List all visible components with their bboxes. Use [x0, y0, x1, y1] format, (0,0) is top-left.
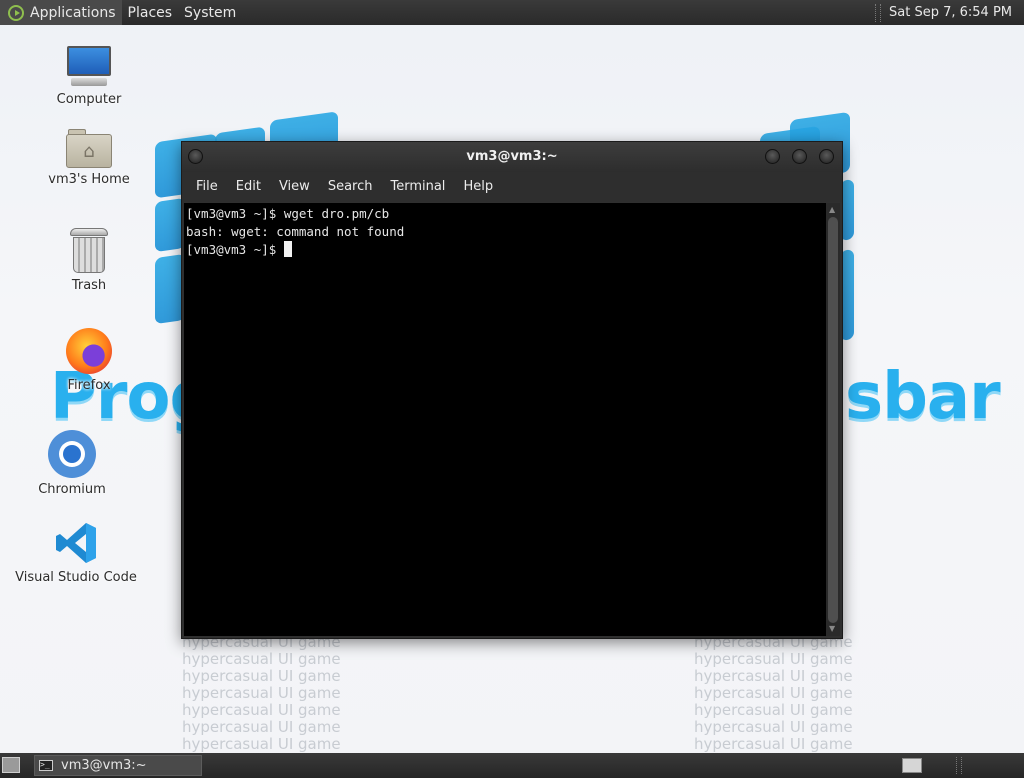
system-menu[interactable]: System: [178, 0, 242, 25]
desktop-icon-label: vm3's Home: [48, 172, 130, 187]
text-cursor: [283, 241, 292, 257]
desktop-icon-label: Trash: [71, 278, 107, 293]
terminal-prompt-line: [vm3@vm3 ~]$: [186, 241, 824, 259]
scrollbar[interactable]: ▲ ▼: [826, 203, 840, 636]
chromium-icon: [48, 430, 96, 478]
trash-icon: [70, 228, 108, 274]
applications-menu-label: Applications: [30, 4, 116, 21]
taskbar-item-terminal[interactable]: >_ vm3@vm3:~: [34, 755, 202, 776]
system-menu-label: System: [184, 4, 237, 21]
menu-help[interactable]: Help: [454, 172, 502, 202]
show-desktop-button[interactable]: [2, 757, 20, 773]
minimize-button[interactable]: [765, 149, 780, 164]
firefox-icon: [66, 328, 112, 374]
scroll-up-arrow-icon[interactable]: ▲: [829, 206, 837, 214]
desktop-icon-computer[interactable]: Computer: [29, 46, 149, 107]
taskbar-item-label: vm3@vm3:~: [61, 758, 147, 773]
terminal-line: bash: wget: command not found: [186, 224, 405, 239]
home-folder-icon: ⌂: [66, 128, 112, 168]
computer-icon: [65, 46, 113, 88]
maximize-button[interactable]: [792, 149, 807, 164]
bottom-panel: >_ vm3@vm3:~: [0, 753, 1024, 778]
desktop-icon-label: Computer: [56, 92, 122, 107]
desktop-icon-trash[interactable]: Trash: [29, 228, 149, 293]
watermark-left: hypercasual UI game hypercasual UI game hy…: [182, 633, 341, 753]
terminal-prompt: [vm3@vm3 ~]$: [186, 242, 284, 257]
scroll-down-arrow-icon[interactable]: ▼: [829, 625, 837, 633]
menu-edit[interactable]: Edit: [227, 172, 270, 202]
panel-separator: [875, 3, 881, 22]
menu-view[interactable]: View: [270, 172, 319, 202]
close-button[interactable]: [819, 149, 834, 164]
workspace-switcher[interactable]: [902, 758, 922, 773]
vscode-icon: [53, 520, 99, 566]
wallpaper-word-right: sbar: [845, 360, 1001, 434]
window-title: vm3@vm3:~: [466, 149, 558, 164]
desktop-icon-label: Firefox: [67, 378, 111, 393]
places-menu[interactable]: Places: [122, 0, 179, 25]
applications-icon: [8, 4, 24, 21]
terminal-menubar: File Edit View Search Terminal Help: [182, 172, 842, 202]
applications-menu[interactable]: Applications: [0, 0, 122, 25]
menu-terminal[interactable]: Terminal: [381, 172, 454, 202]
terminal-line: [vm3@vm3 ~]$ wget dro.pm/cb: [186, 206, 390, 221]
desktop-icon-label: Chromium: [38, 482, 106, 497]
menu-search[interactable]: Search: [319, 172, 382, 202]
terminal-output[interactable]: [vm3@vm3 ~]$ wget dro.pm/cb bash: wget: c…: [184, 203, 826, 636]
desktop-icon-chromium[interactable]: Chromium: [12, 430, 132, 497]
watermark-right: hypercasual UI game hypercasual UI game hy…: [694, 633, 853, 753]
scrollbar-thumb[interactable]: [828, 217, 838, 623]
desktop-icon-firefox[interactable]: Firefox: [29, 328, 149, 393]
desktop-icon-home[interactable]: ⌂ vm3's Home: [29, 128, 149, 187]
terminal-icon: >_: [39, 760, 53, 771]
desktop-icon-vscode[interactable]: Visual Studio Code: [14, 520, 138, 585]
menu-file[interactable]: File: [187, 172, 227, 202]
top-panel: Applications Places System Sat Sep 7, 6:…: [0, 0, 1024, 25]
places-menu-label: Places: [127, 4, 173, 21]
panel-separator: [956, 757, 962, 774]
terminal-window[interactable]: vm3@vm3:~ File Edit View Search Terminal…: [181, 141, 843, 639]
desktop-icon-label: Visual Studio Code: [15, 570, 137, 585]
desktop: Prog sbar hypercasual UI game hypercasual…: [0, 0, 1024, 778]
window-titlebar[interactable]: vm3@vm3:~: [182, 142, 842, 172]
clock[interactable]: Sat Sep 7, 6:54 PM: [889, 5, 1024, 20]
